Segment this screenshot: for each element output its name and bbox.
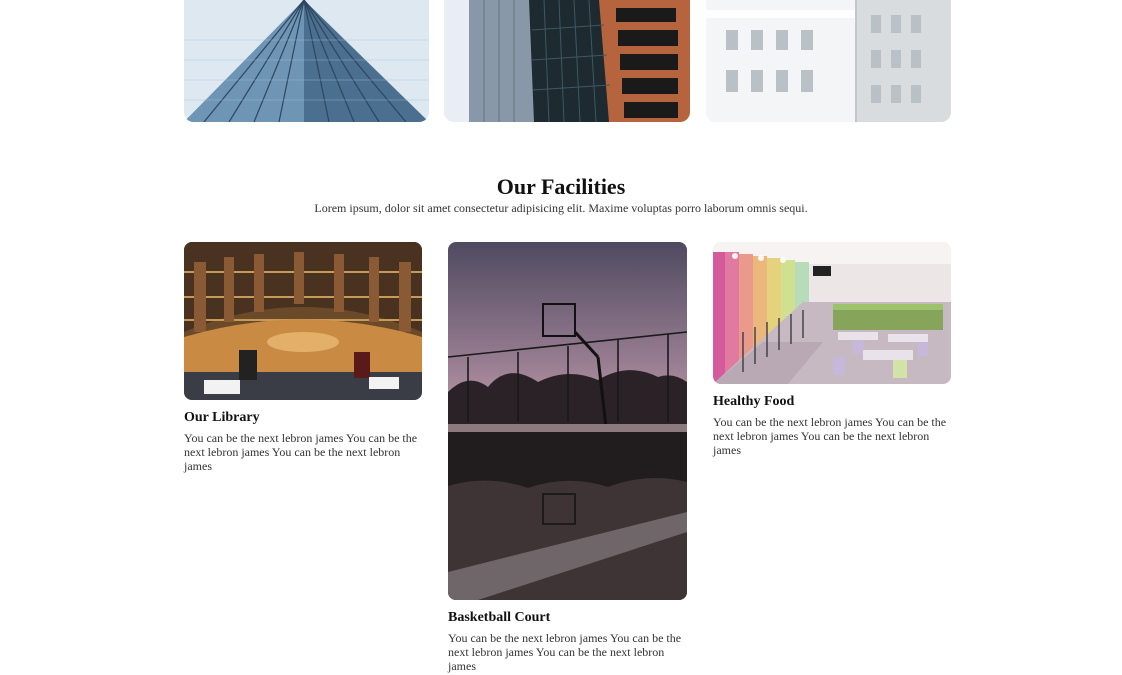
dark-tower-image — [444, 0, 690, 122]
facility-card-basketball: Basketball Court You can be the next leb… — [448, 242, 687, 673]
basketball-court-image — [448, 242, 687, 600]
glass-skyscraper-image — [184, 0, 429, 122]
white-building-image — [706, 0, 951, 122]
facility-title: Our Library — [184, 410, 260, 425]
section-subtitle: Lorem ipsum, dolor sit amet consectetur … — [314, 201, 808, 215]
gallery-row — [0, 0, 1122, 122]
facility-card-healthy-food: Healthy Food You can be the next lebron … — [713, 242, 951, 457]
facility-title: Basketball Court — [448, 610, 551, 625]
facility-description: You can be the next lebron james You can… — [448, 631, 682, 673]
facility-card-library: Our Library You can be the next lebron j… — [184, 242, 422, 473]
facility-title: Healthy Food — [713, 394, 795, 409]
library-image — [184, 242, 422, 400]
facility-description: You can be the next lebron james You can… — [184, 431, 418, 473]
cafeteria-image — [713, 242, 951, 384]
facility-description: You can be the next lebron james You can… — [713, 415, 947, 457]
page: Our Facilities Lorem ipsum, dolor sit am… — [0, 0, 1122, 675]
section-title: Our Facilities — [496, 174, 626, 199]
